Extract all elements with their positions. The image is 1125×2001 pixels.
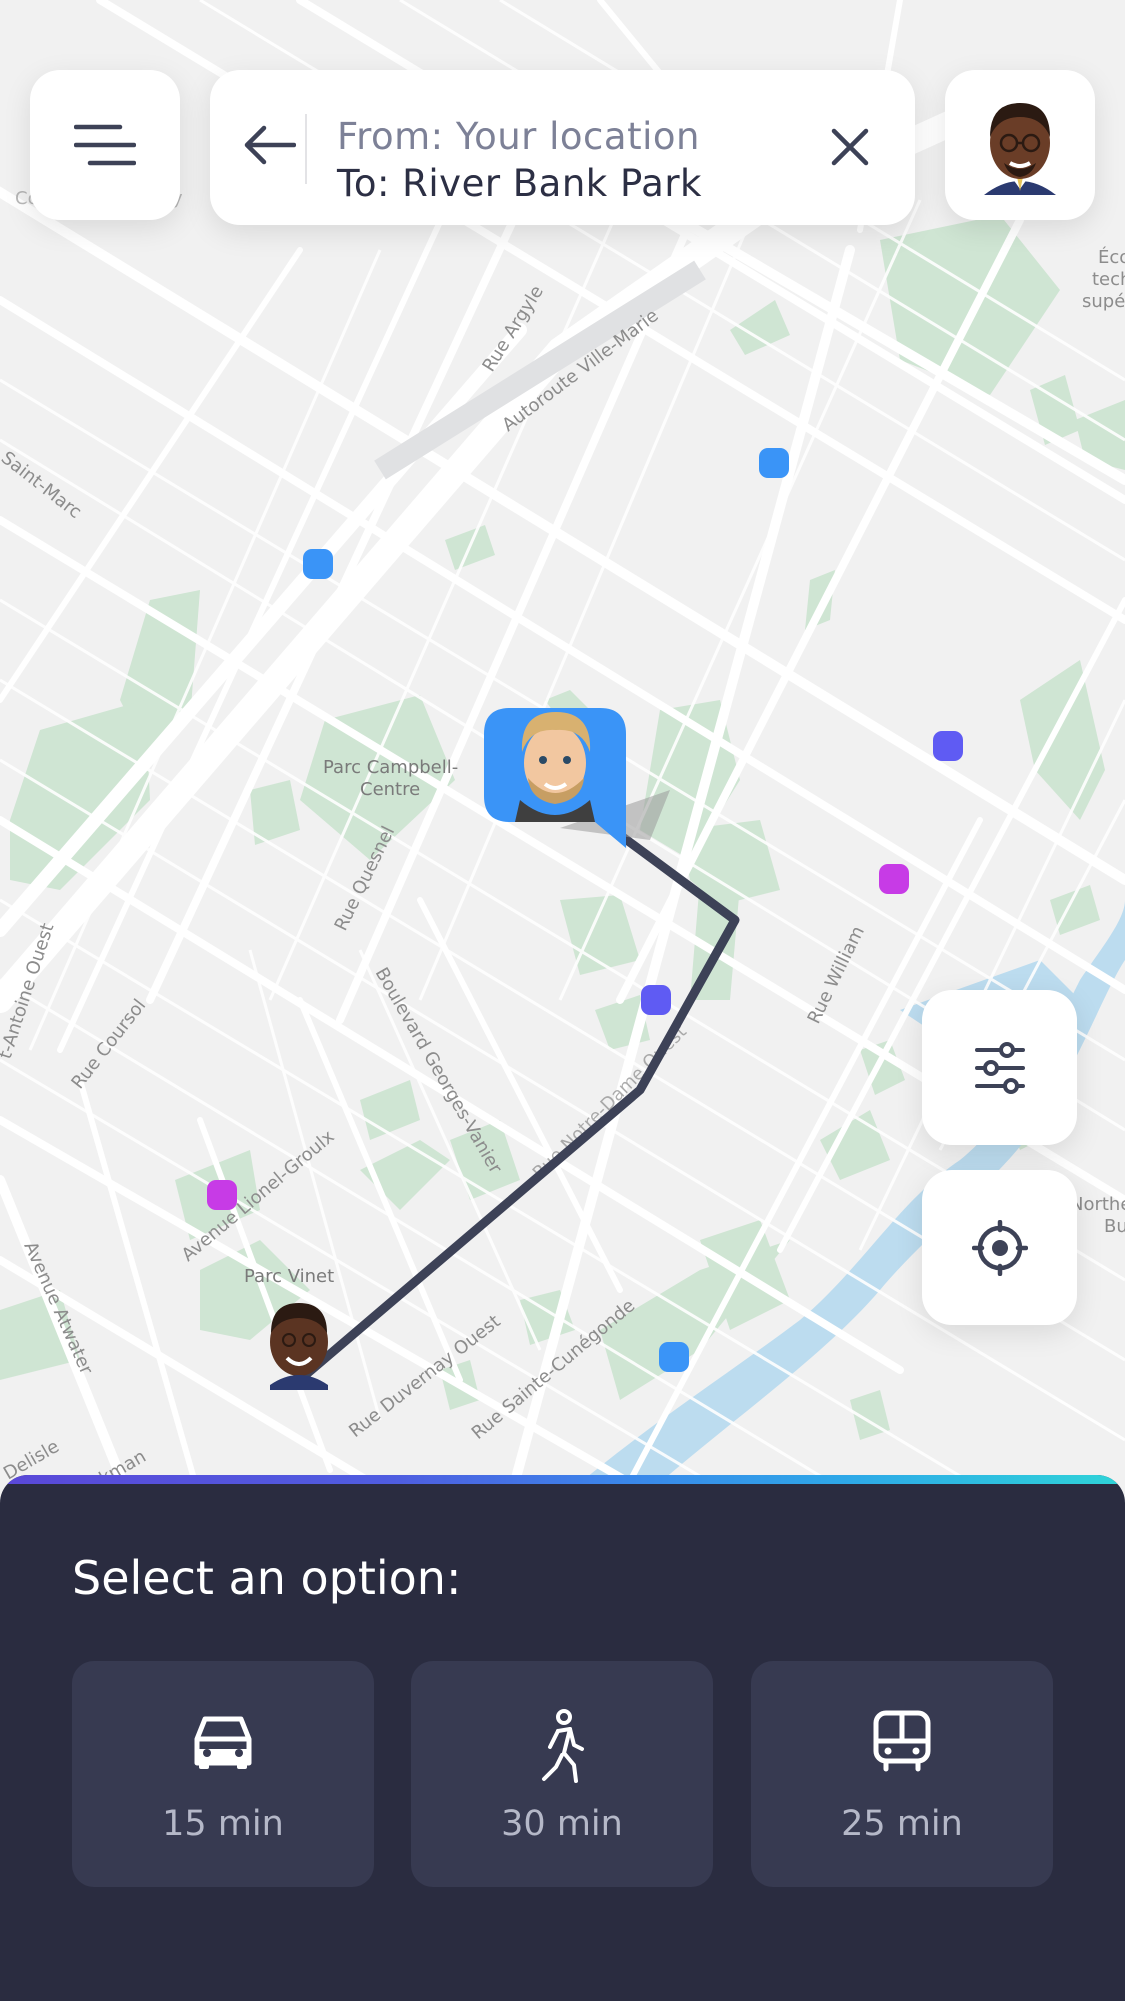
map-marker[interactable] [303,549,333,579]
park-label: Parc Vinet [244,1266,334,1287]
arrow-left-icon [244,125,296,165]
route-search-card[interactable]: From: Your location To: River Bank Park [210,70,915,225]
crosshair-icon [971,1219,1028,1276]
car-icon [194,1716,252,1769]
avatar [984,103,1056,195]
origin-field[interactable]: From: Your location [337,115,700,158]
map-marker[interactable] [759,448,789,478]
walking-icon [542,1709,584,1783]
search-divider [305,114,307,184]
map-marker[interactable] [207,1180,237,1210]
park-label: Parc Campbell- [323,757,458,778]
transport-options-sheet: Select an option: 15 min 30 min 25 min [0,1475,1125,2001]
map-edge-label: supérie [1082,291,1125,312]
option-walk[interactable]: 30 min [411,1661,713,1887]
option-duration: 15 min [162,1804,284,1844]
clear-route-button[interactable] [820,117,880,177]
map-marker[interactable] [641,985,671,1015]
locate-me-button[interactable] [922,1170,1077,1325]
filter-button[interactable] [922,990,1077,1145]
map-edge-label: Éco [1098,246,1125,268]
back-button[interactable] [230,105,310,185]
bus-icon [873,1710,931,1772]
park-label: Centre [360,779,420,800]
menu-button[interactable] [30,70,180,220]
map-marker[interactable] [659,1342,689,1372]
map-marker[interactable] [879,864,909,894]
map-edge-label: techn [1092,269,1125,290]
map-marker[interactable] [933,731,963,761]
street-label: Boulevard Georges-Vanier [371,964,506,1178]
sliders-icon [974,1041,1025,1094]
option-car[interactable]: 15 min [72,1661,374,1887]
option-duration: 30 min [501,1804,623,1844]
profile-button[interactable] [945,70,1095,220]
map-edge-label: Bu [1104,1216,1125,1237]
map-edge-label: Northe [1070,1194,1125,1215]
user-location-avatar[interactable] [270,1303,328,1390]
sheet-accent-bar [0,1475,1125,1484]
destination-field[interactable]: To: River Bank Park [337,162,702,205]
menu-icon [74,124,136,166]
option-transit[interactable]: 25 min [751,1661,1053,1887]
sheet-title: Select an option: [72,1551,462,1605]
close-icon [831,128,869,166]
option-duration: 25 min [841,1804,963,1844]
